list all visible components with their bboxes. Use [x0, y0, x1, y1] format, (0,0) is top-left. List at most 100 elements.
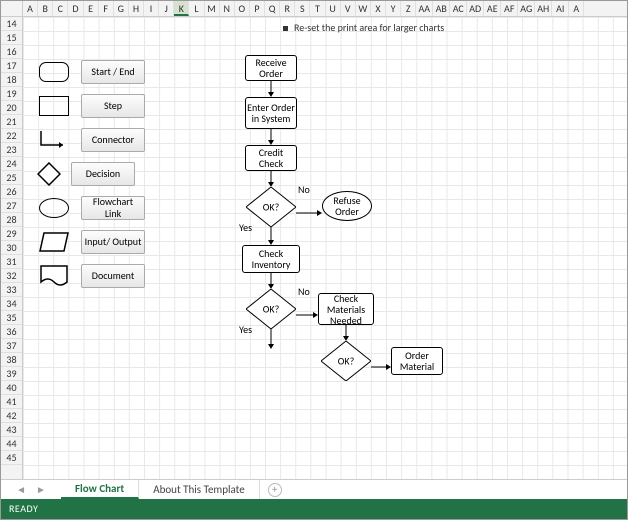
row-header-28[interactable]: 28 — [1, 213, 22, 227]
tab-flow-chart[interactable]: Flow Chart — [61, 480, 139, 499]
row-header-42[interactable]: 42 — [1, 409, 22, 423]
col-header-R[interactable]: R — [280, 1, 295, 16]
row-header-29[interactable]: 29 — [1, 227, 22, 241]
row-header-27[interactable]: 27 — [1, 199, 22, 213]
row-header-41[interactable]: 41 — [1, 395, 22, 409]
legend-shape-decision — [37, 162, 61, 186]
row-header-30[interactable]: 30 — [1, 241, 22, 255]
col-header-U[interactable]: U — [326, 1, 341, 16]
col-header-AG[interactable]: AG — [518, 1, 535, 16]
tab-new-sheet[interactable]: + — [260, 480, 290, 499]
tab-prev-icon[interactable]: ◄ — [16, 483, 26, 496]
col-header-W[interactable]: W — [356, 1, 371, 16]
col-header-V[interactable]: V — [341, 1, 356, 16]
col-header-E[interactable]: E — [84, 1, 99, 16]
select-all-corner[interactable] — [1, 1, 23, 17]
row-header-15[interactable]: 15 — [1, 31, 22, 45]
label-yes-1: Yes — [239, 221, 252, 234]
tab-next-icon[interactable]: ► — [36, 483, 46, 496]
row-header-14[interactable]: 14 — [1, 17, 22, 31]
row-header-37[interactable]: 37 — [1, 339, 22, 353]
row-header-23[interactable]: 23 — [1, 143, 22, 157]
col-header-AA[interactable]: AA — [416, 1, 433, 16]
row-header-25[interactable]: 25 — [1, 171, 22, 185]
node-decision-1[interactable]: OK? — [246, 187, 296, 227]
row-header-24[interactable]: 24 — [1, 157, 22, 171]
col-header-O[interactable]: O — [235, 1, 250, 16]
col-header-G[interactable]: G — [114, 1, 129, 16]
legend-btn-connector[interactable]: Connector — [81, 128, 145, 152]
col-header-M[interactable]: M — [205, 1, 220, 16]
row-header-40[interactable]: 40 — [1, 381, 22, 395]
row-header-35[interactable]: 35 — [1, 311, 22, 325]
node-decision-2[interactable]: OK? — [246, 289, 296, 329]
shape-legend: Start / End Step Connector Decision — [37, 59, 167, 297]
status-bar: READY — [1, 499, 627, 519]
col-header-X[interactable]: X — [371, 1, 386, 16]
legend-btn-step[interactable]: Step — [81, 94, 145, 118]
row-header-36[interactable]: 36 — [1, 325, 22, 339]
legend-btn-io[interactable]: Input/ Output — [81, 230, 145, 254]
col-header-AD[interactable]: AD — [467, 1, 484, 16]
col-header-AB[interactable]: AB — [433, 1, 450, 16]
node-order-material[interactable]: Order Material — [391, 347, 443, 375]
col-header-S[interactable]: S — [295, 1, 310, 16]
col-header-A[interactable]: A — [569, 1, 584, 16]
row-header-21[interactable]: 21 — [1, 115, 22, 129]
col-header-A[interactable]: A — [23, 1, 38, 16]
row-header-44[interactable]: 44 — [1, 437, 22, 451]
row-header-32[interactable]: 32 — [1, 269, 22, 283]
col-header-B[interactable]: B — [38, 1, 53, 16]
worksheet-grid[interactable]: Re-set the print area for larger charts … — [23, 17, 627, 479]
tab-about[interactable]: About This Template — [139, 480, 260, 499]
col-header-Y[interactable]: Y — [386, 1, 401, 16]
row-header-43[interactable]: 43 — [1, 423, 22, 437]
legend-btn-start-end[interactable]: Start / End — [81, 60, 145, 84]
row-header-19[interactable]: 19 — [1, 87, 22, 101]
col-header-H[interactable]: H — [129, 1, 144, 16]
col-header-J[interactable]: J — [159, 1, 174, 16]
legend-btn-link[interactable]: Flowchart Link — [81, 196, 145, 220]
row-header-34[interactable]: 34 — [1, 297, 22, 311]
arrow-order-material — [371, 359, 391, 363]
row-header-20[interactable]: 20 — [1, 101, 22, 115]
col-header-D[interactable]: D — [68, 1, 83, 16]
legend-shape-link — [37, 197, 71, 219]
col-header-AE[interactable]: AE — [484, 1, 501, 16]
row-header-16[interactable]: 16 — [1, 45, 22, 59]
col-header-AC[interactable]: AC — [450, 1, 467, 16]
col-header-AH[interactable]: AH — [535, 1, 552, 16]
col-header-L[interactable]: L — [189, 1, 204, 16]
col-header-AF[interactable]: AF — [501, 1, 518, 16]
node-enter-order[interactable]: Enter Order in System — [245, 97, 297, 129]
row-header-31[interactable]: 31 — [1, 255, 22, 269]
col-header-K[interactable]: K — [174, 1, 189, 16]
row-header-22[interactable]: 22 — [1, 129, 22, 143]
row-header-45[interactable]: 45 — [1, 451, 22, 465]
node-receive-order[interactable]: Receive Order — [245, 55, 297, 81]
col-header-C[interactable]: C — [53, 1, 68, 16]
node-check-materials[interactable]: Check Materials Needed — [318, 293, 374, 325]
row-header-18[interactable]: 18 — [1, 73, 22, 87]
node-credit-check[interactable]: Credit Check — [245, 145, 297, 171]
node-refuse-order[interactable]: Refuse Order — [322, 191, 372, 221]
row-header-26[interactable]: 26 — [1, 185, 22, 199]
row-header-33[interactable]: 33 — [1, 283, 22, 297]
legend-btn-document[interactable]: Document — [81, 264, 145, 288]
row-header-38[interactable]: 38 — [1, 353, 22, 367]
node-check-inventory[interactable]: Check Inventory — [242, 245, 300, 273]
col-header-I[interactable]: I — [144, 1, 159, 16]
col-header-T[interactable]: T — [310, 1, 325, 16]
arrow-7 — [344, 325, 348, 341]
col-header-P[interactable]: P — [250, 1, 265, 16]
col-header-N[interactable]: N — [220, 1, 235, 16]
legend-btn-decision[interactable]: Decision — [71, 162, 135, 186]
node-decision-3[interactable]: OK? — [321, 341, 371, 381]
col-header-F[interactable]: F — [99, 1, 114, 16]
row-header-39[interactable]: 39 — [1, 367, 22, 381]
col-header-AI[interactable]: AI — [552, 1, 569, 16]
col-header-Z[interactable]: Z — [401, 1, 416, 16]
legend-shape-start-end — [37, 61, 71, 83]
row-header-17[interactable]: 17 — [1, 59, 22, 73]
col-header-Q[interactable]: Q — [265, 1, 280, 16]
